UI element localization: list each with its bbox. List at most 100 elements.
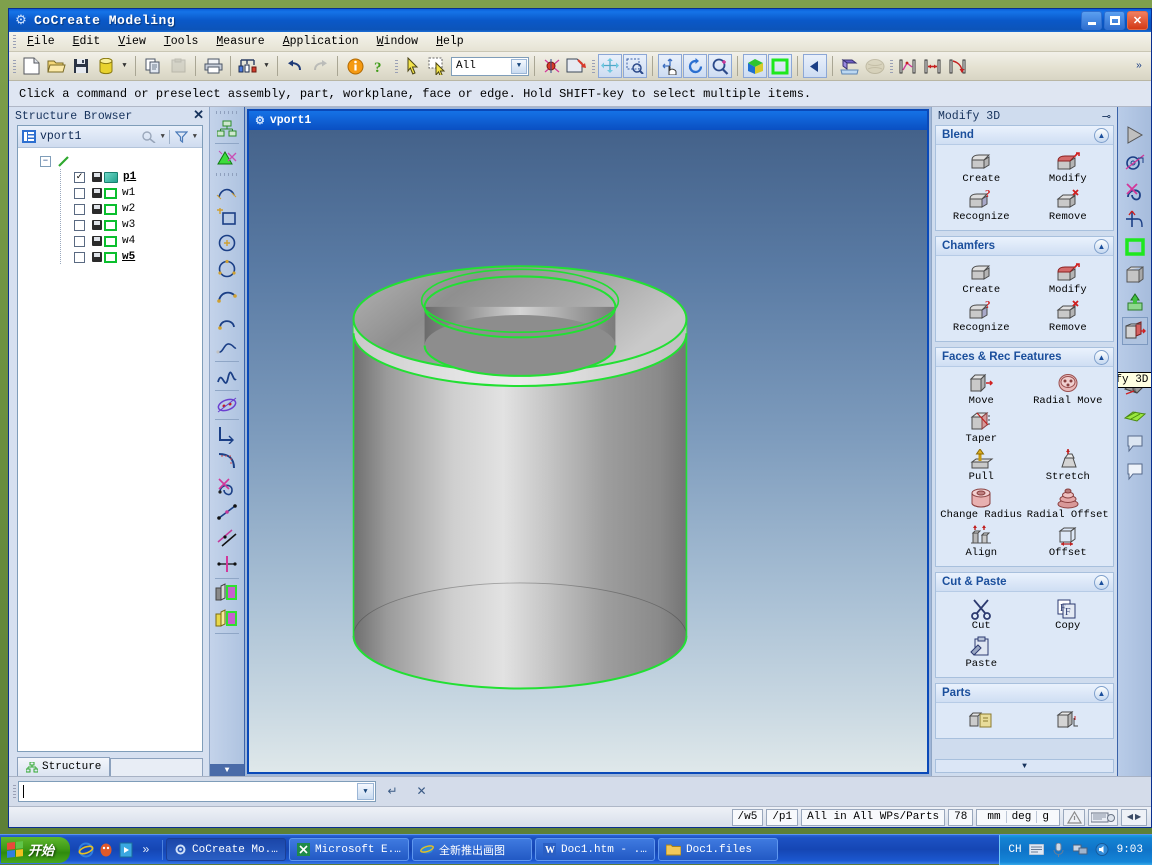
status-nav-buttons[interactable]: ◀ ▶: [1121, 808, 1147, 826]
filter-dropdown-arrow[interactable]: ▼: [193, 133, 197, 141]
midpoint-icon[interactable]: [214, 499, 240, 525]
zoom-window-icon[interactable]: [623, 54, 647, 78]
tool-blend-create-icon[interactable]: Create: [938, 149, 1025, 187]
chevron-up-icon[interactable]: ▲: [1094, 686, 1109, 701]
status-workplane[interactable]: /w5: [731, 808, 764, 826]
annotation-tools-icon[interactable]: [236, 54, 260, 78]
annotation-tool-icon[interactable]: [1122, 429, 1148, 457]
command-enter-button[interactable]: ↵: [380, 781, 405, 802]
line-tool-icon[interactable]: [896, 54, 920, 78]
new-document-icon[interactable]: [19, 54, 43, 78]
find-icon[interactable]: [142, 130, 157, 144]
display-mode-1-icon[interactable]: [540, 54, 564, 78]
status-part[interactable]: /p1: [766, 808, 799, 826]
tool-blend-modify-icon[interactable]: Modify: [1025, 149, 1112, 187]
tool-chamfer-remove-icon[interactable]: Remove: [1025, 298, 1112, 336]
visibility-checkbox[interactable]: [74, 187, 85, 199]
group-header[interactable]: Blend ▲: [936, 126, 1113, 145]
group-header[interactable]: Faces & Rec Features ▲: [936, 348, 1113, 367]
axis-icon[interactable]: [214, 551, 240, 577]
visibility-checkbox[interactable]: [74, 203, 85, 215]
menu-window[interactable]: Window: [368, 33, 427, 50]
left-toolbar-overflow-icon[interactable]: ▼: [210, 764, 244, 776]
display-mode-2-icon[interactable]: [565, 54, 589, 78]
nav-next-icon[interactable]: ▶: [1135, 812, 1141, 822]
left-toolbar-grip-1[interactable]: [216, 109, 238, 116]
keyboard-icon[interactable]: [1028, 842, 1044, 857]
menubar-grip[interactable]: [11, 34, 18, 50]
tree-item-w2[interactable]: w2: [18, 201, 202, 217]
toolbar-grip-1[interactable]: [11, 58, 18, 74]
wireframe-icon[interactable]: [768, 54, 792, 78]
taskbar-item-4[interactable]: Doc1.files: [658, 838, 779, 861]
texture-icon[interactable]: [863, 54, 887, 78]
network-icon[interactable]: [1072, 842, 1088, 857]
rectangle-icon[interactable]: [214, 204, 240, 230]
open-document-icon[interactable]: [44, 54, 68, 78]
play-tool-icon[interactable]: [1122, 121, 1148, 149]
parallel-line-icon[interactable]: [214, 525, 240, 551]
part-tool-icon[interactable]: [1122, 261, 1148, 289]
toolbar-grip-3[interactable]: [590, 58, 597, 74]
maximize-button[interactable]: [1104, 11, 1125, 30]
zoom-in-icon[interactable]: [708, 54, 732, 78]
copy-icon[interactable]: [141, 54, 165, 78]
workplane-tool-icon[interactable]: [214, 145, 240, 171]
group-header[interactable]: Cut & Paste ▲: [936, 573, 1113, 592]
mic-icon[interactable]: [1051, 842, 1066, 857]
tree-item-w3[interactable]: w3: [18, 217, 202, 233]
chevron-up-icon[interactable]: ▲: [1094, 239, 1109, 254]
menu-measure[interactable]: Measure: [207, 33, 273, 50]
tool-scissors-icon[interactable]: Cut: [938, 596, 1025, 634]
tool-copy-pages-icon[interactable]: F F Copy: [1025, 596, 1112, 634]
tool-part-split-icon[interactable]: [1025, 707, 1112, 733]
collapse-toggle-icon[interactable]: −: [40, 155, 51, 167]
tool-radial-offset-icon[interactable]: Radial Offset: [1025, 485, 1112, 523]
menu-help[interactable]: Help: [427, 33, 473, 50]
tool-chamfer-create-icon[interactable]: Create: [938, 260, 1025, 298]
tool-offset-icon[interactable]: Offset: [1025, 523, 1112, 561]
view-back-icon[interactable]: [803, 54, 827, 78]
select-pointer-icon[interactable]: [401, 54, 425, 78]
corner-icon[interactable]: [214, 421, 240, 447]
redo-icon[interactable]: [308, 54, 332, 78]
tool-blend-recognize-icon[interactable]: ? Recognize: [938, 187, 1025, 225]
menu-edit[interactable]: Edit: [64, 33, 110, 50]
command-cancel-button[interactable]: ✕: [409, 781, 434, 802]
modify-3d-tool-icon[interactable]: [1121, 317, 1148, 345]
tree-item-p1[interactable]: ✓ p1: [18, 169, 202, 185]
database-icon[interactable]: [94, 54, 118, 78]
filter-icon[interactable]: [174, 130, 189, 144]
toolbar-grip-4[interactable]: [888, 58, 895, 74]
warning-triangle-icon[interactable]: [1063, 808, 1085, 826]
database-dropdown-arrow[interactable]: ▼: [119, 55, 130, 77]
keyboard-icon[interactable]: [1088, 808, 1118, 826]
line-segment-icon[interactable]: [214, 178, 240, 204]
toolbar-grip-2[interactable]: [393, 58, 400, 74]
note-tool-icon[interactable]: [1122, 457, 1148, 485]
chevron-up-icon[interactable]: ▲: [1094, 575, 1109, 590]
arc-tangent-icon[interactable]: [214, 308, 240, 334]
undo-icon[interactable]: [283, 54, 307, 78]
ime-indicator[interactable]: CH: [1008, 844, 1021, 856]
internet-explorer-icon[interactable]: [77, 841, 95, 859]
paste-icon[interactable]: [166, 54, 190, 78]
sketch-circle-tool-icon[interactable]: [1122, 149, 1148, 177]
tool-paste-icon[interactable]: Paste: [938, 634, 1025, 672]
angle-tool-icon[interactable]: [946, 54, 970, 78]
tool-radial-move-icon[interactable]: Radial Move: [1025, 371, 1112, 409]
tree-item-w1[interactable]: w1: [18, 185, 202, 201]
tool-change-radius-icon[interactable]: Change Radius: [938, 485, 1025, 523]
viewport-canvas[interactable]: [249, 130, 927, 772]
group-header[interactable]: Chamfers ▲: [936, 237, 1113, 256]
fillet-icon[interactable]: [214, 447, 240, 473]
taskbar-item-3[interactable]: W Doc1.htm - ...: [535, 838, 656, 861]
tree-item-w4[interactable]: w4: [18, 233, 202, 249]
tool-part-copy-icon[interactable]: [938, 707, 1025, 733]
pan-icon[interactable]: [658, 54, 682, 78]
workplane-icon[interactable]: [838, 54, 862, 78]
chevron-up-icon[interactable]: ▲: [1094, 128, 1109, 143]
annotation-dropdown-arrow[interactable]: ▼: [261, 55, 272, 77]
save-document-icon[interactable]: [69, 54, 93, 78]
toolbar-overflow-icon[interactable]: »: [1127, 54, 1151, 78]
